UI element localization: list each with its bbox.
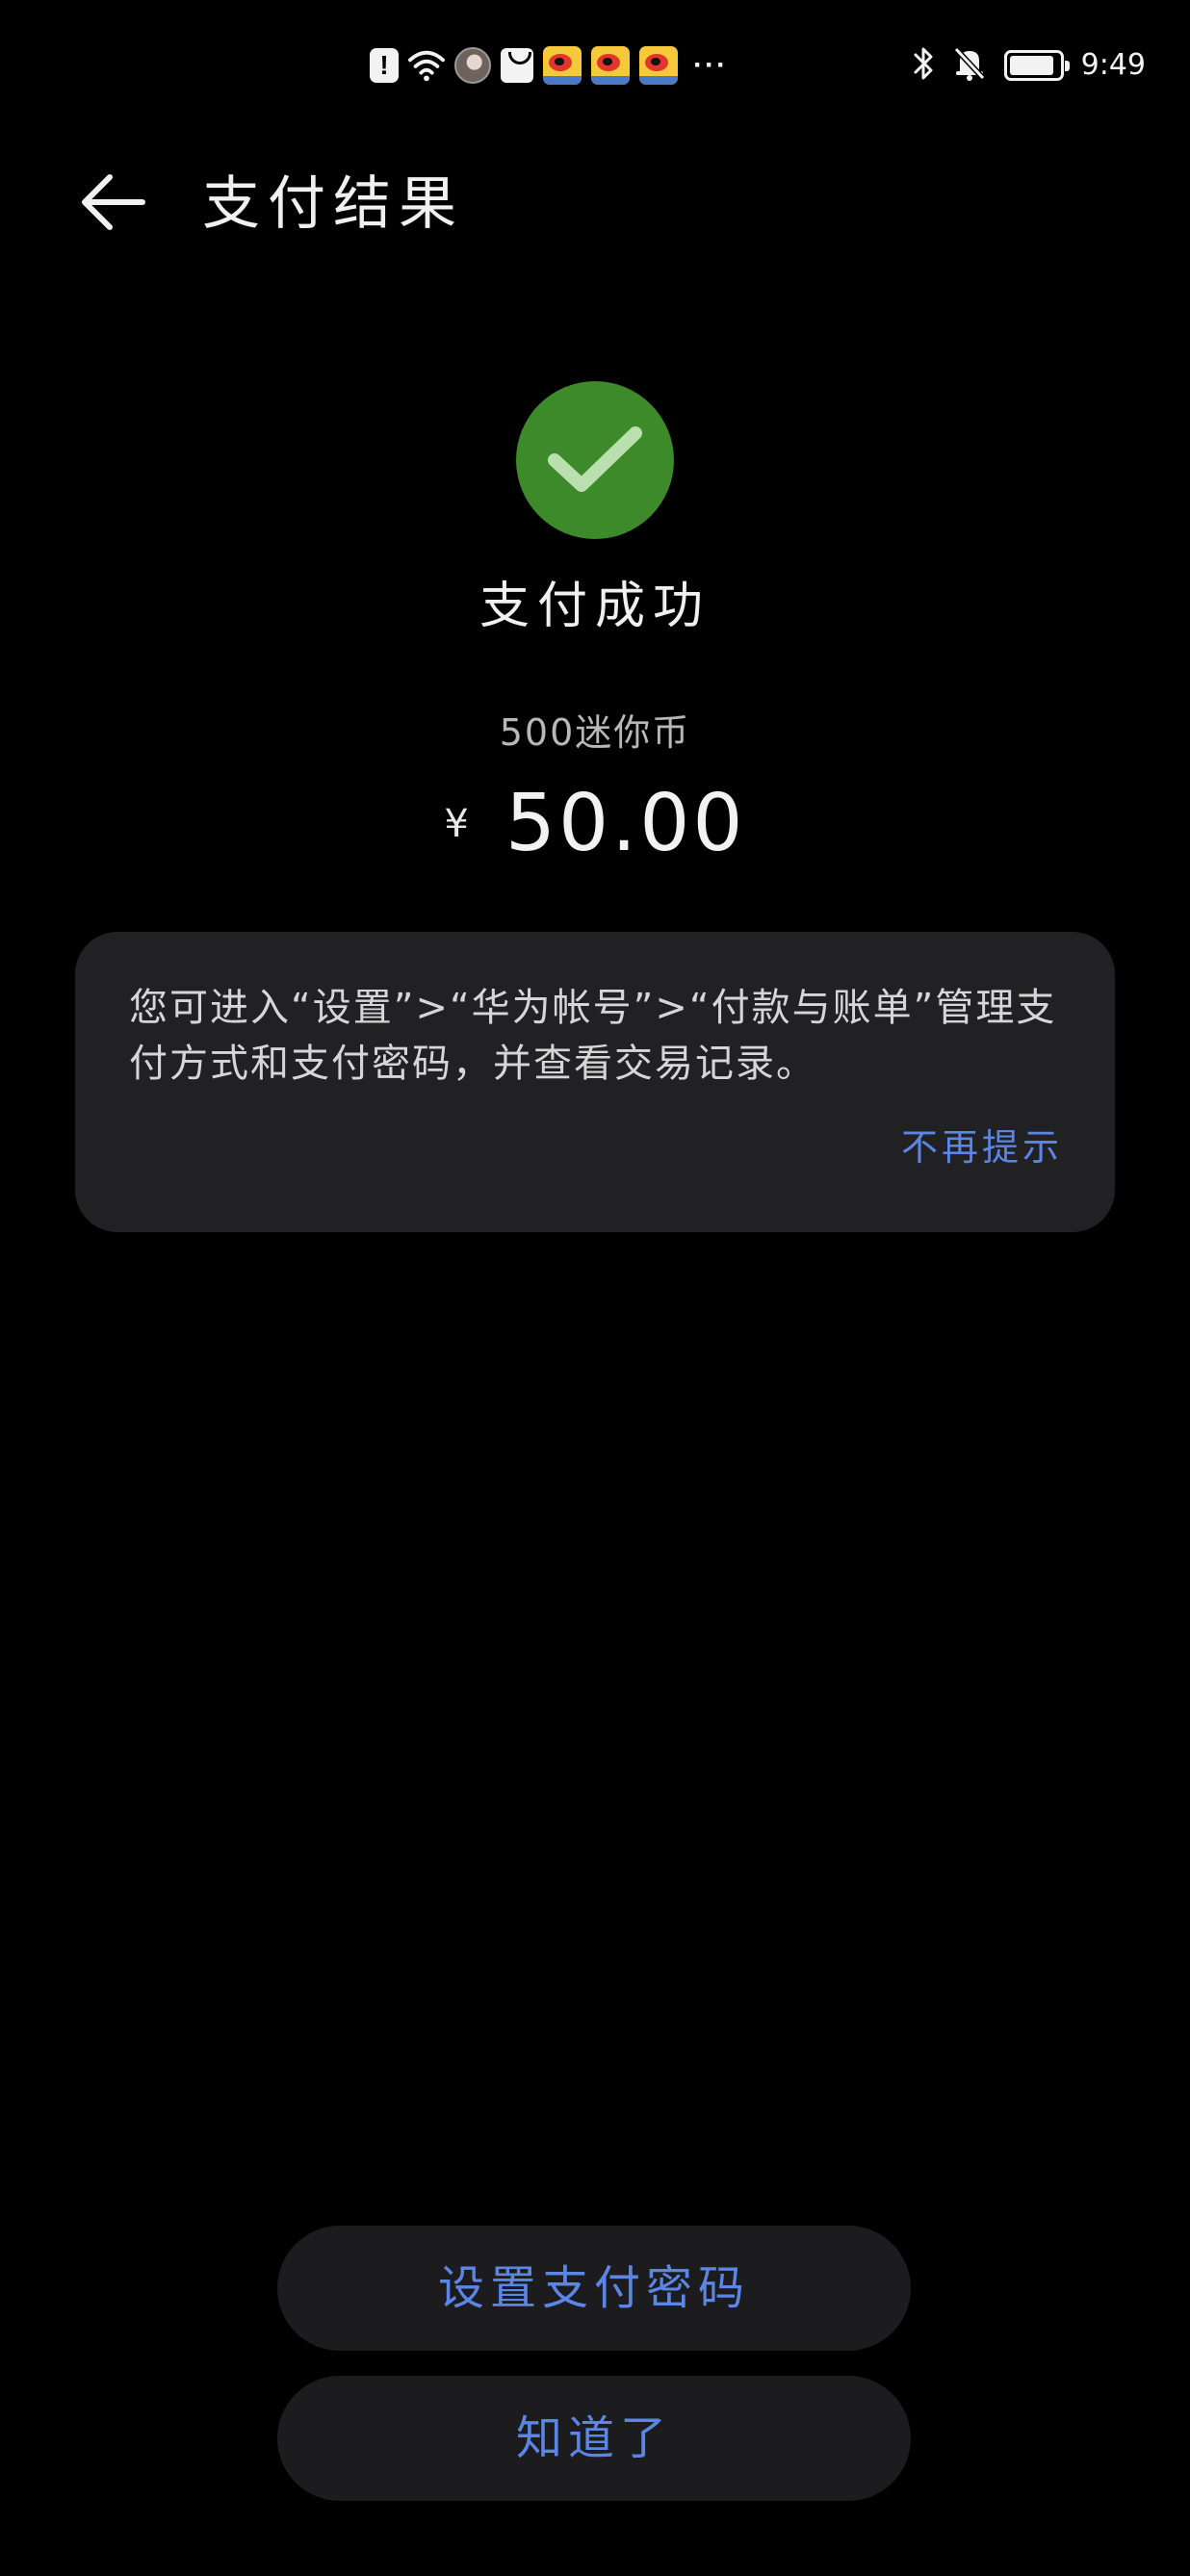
shopping-bag-icon: [501, 48, 533, 83]
bluetooth-icon: [912, 45, 935, 86]
payment-amount: 50.00: [504, 778, 746, 869]
avatar-icon: [454, 47, 491, 84]
amount-row: ¥50.00: [0, 776, 1190, 872]
currency-symbol: ¥: [444, 802, 469, 846]
mute-bell-icon: [952, 45, 987, 86]
weibo-icon: [591, 46, 630, 85]
weibo-icon: [639, 46, 678, 85]
dont-show-again-link[interactable]: 不再提示: [901, 1121, 1063, 1174]
battery-icon: [1003, 50, 1070, 81]
set-payment-password-button[interactable]: 设置支付密码: [277, 2226, 911, 2351]
status-time: 9:49: [1080, 48, 1146, 82]
status-bar: ! ··· 9:49: [0, 0, 1190, 135]
success-check-icon: [516, 381, 674, 539]
wifi-icon: [408, 47, 445, 84]
app-header: 支付结果: [0, 135, 1190, 270]
back-button[interactable]: [71, 164, 152, 245]
product-name: 500迷你币: [499, 711, 691, 754]
system-icons: 9:49: [912, 44, 1146, 87]
got-it-button[interactable]: 知道了: [277, 2376, 911, 2501]
more-notifications-icon: ···: [693, 49, 728, 81]
tip-text: 您可进入“设置”>“华为帐号”>“付款与账单”管理支付方式和支付密码，并查看交易…: [129, 986, 1057, 1086]
payment-status: 支付成功: [479, 578, 711, 635]
notification-icons: ! ···: [370, 46, 728, 85]
arrow-left-icon: [77, 171, 146, 237]
payment-result-screen: ! ··· 9:49 支付结果 支付成功 500迷你币 ¥ 50.00 您可进入…: [0, 0, 1190, 2576]
tip-card: 您可进入“设置”>“华为帐号”>“付款与账单”管理支付方式和支付密码，并查看交易…: [75, 932, 1115, 1232]
weibo-icon: [543, 46, 582, 85]
alert-icon: !: [370, 48, 399, 83]
page-title: 支付结果: [202, 170, 464, 238]
